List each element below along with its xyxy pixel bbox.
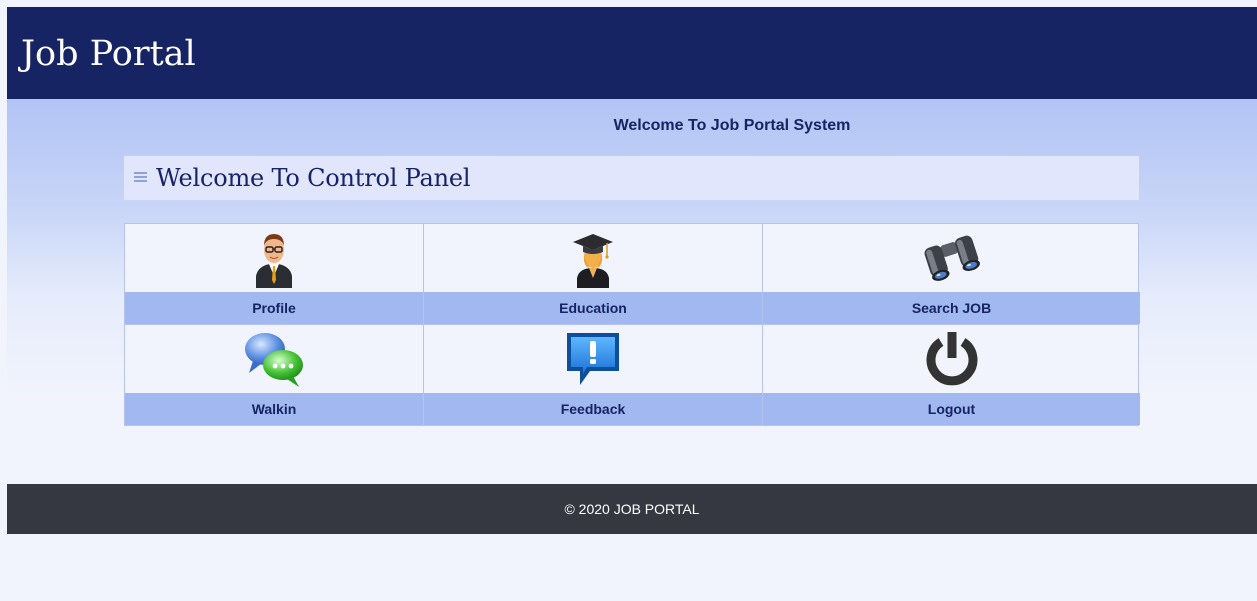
tile-label: Search JOB — [763, 292, 1140, 324]
tile-label: Walkin — [125, 393, 423, 425]
app-title[interactable]: Job Portal — [21, 31, 196, 77]
tile-label: Education — [424, 292, 762, 324]
chat-bubbles-icon — [245, 333, 303, 387]
hamburger-icon — [134, 172, 147, 183]
tile-logout[interactable]: Logout — [763, 325, 1140, 426]
graduation-icon — [573, 234, 613, 288]
tile-profile[interactable]: Profile — [125, 224, 424, 324]
tile-label: Feedback — [424, 393, 762, 425]
profile-person-icon — [256, 234, 292, 288]
footer: © 2020 JOB PORTAL — [7, 484, 1257, 534]
tile-label: Logout — [763, 393, 1140, 425]
welcome-system-text: Welcome To Job Portal System — [613, 117, 851, 134]
tile-label: Profile — [125, 292, 423, 324]
tile-search-job[interactable]: Search JOB — [763, 224, 1140, 324]
feedback-exclamation-icon — [567, 333, 619, 385]
tile-walkin[interactable]: Walkin — [125, 325, 424, 426]
page: Job Portal Welcome To Job Portal System … — [0, 0, 1257, 601]
control-panel-grid: Profile Education Search JOB Walkin Feed… — [124, 223, 1140, 426]
panel-title: Welcome To Control Panel — [156, 164, 471, 192]
footer-copyright: © 2020 JOB PORTAL — [564, 501, 700, 517]
main-content: Welcome To Job Portal System Welcome To … — [7, 99, 1257, 484]
tile-feedback[interactable]: Feedback — [424, 325, 763, 426]
header: Job Portal — [7, 7, 1257, 99]
binoculars-icon — [924, 235, 980, 281]
panel-title-bar: Welcome To Control Panel — [124, 156, 1139, 200]
tile-education[interactable]: Education — [424, 224, 763, 324]
power-icon — [926, 332, 977, 386]
